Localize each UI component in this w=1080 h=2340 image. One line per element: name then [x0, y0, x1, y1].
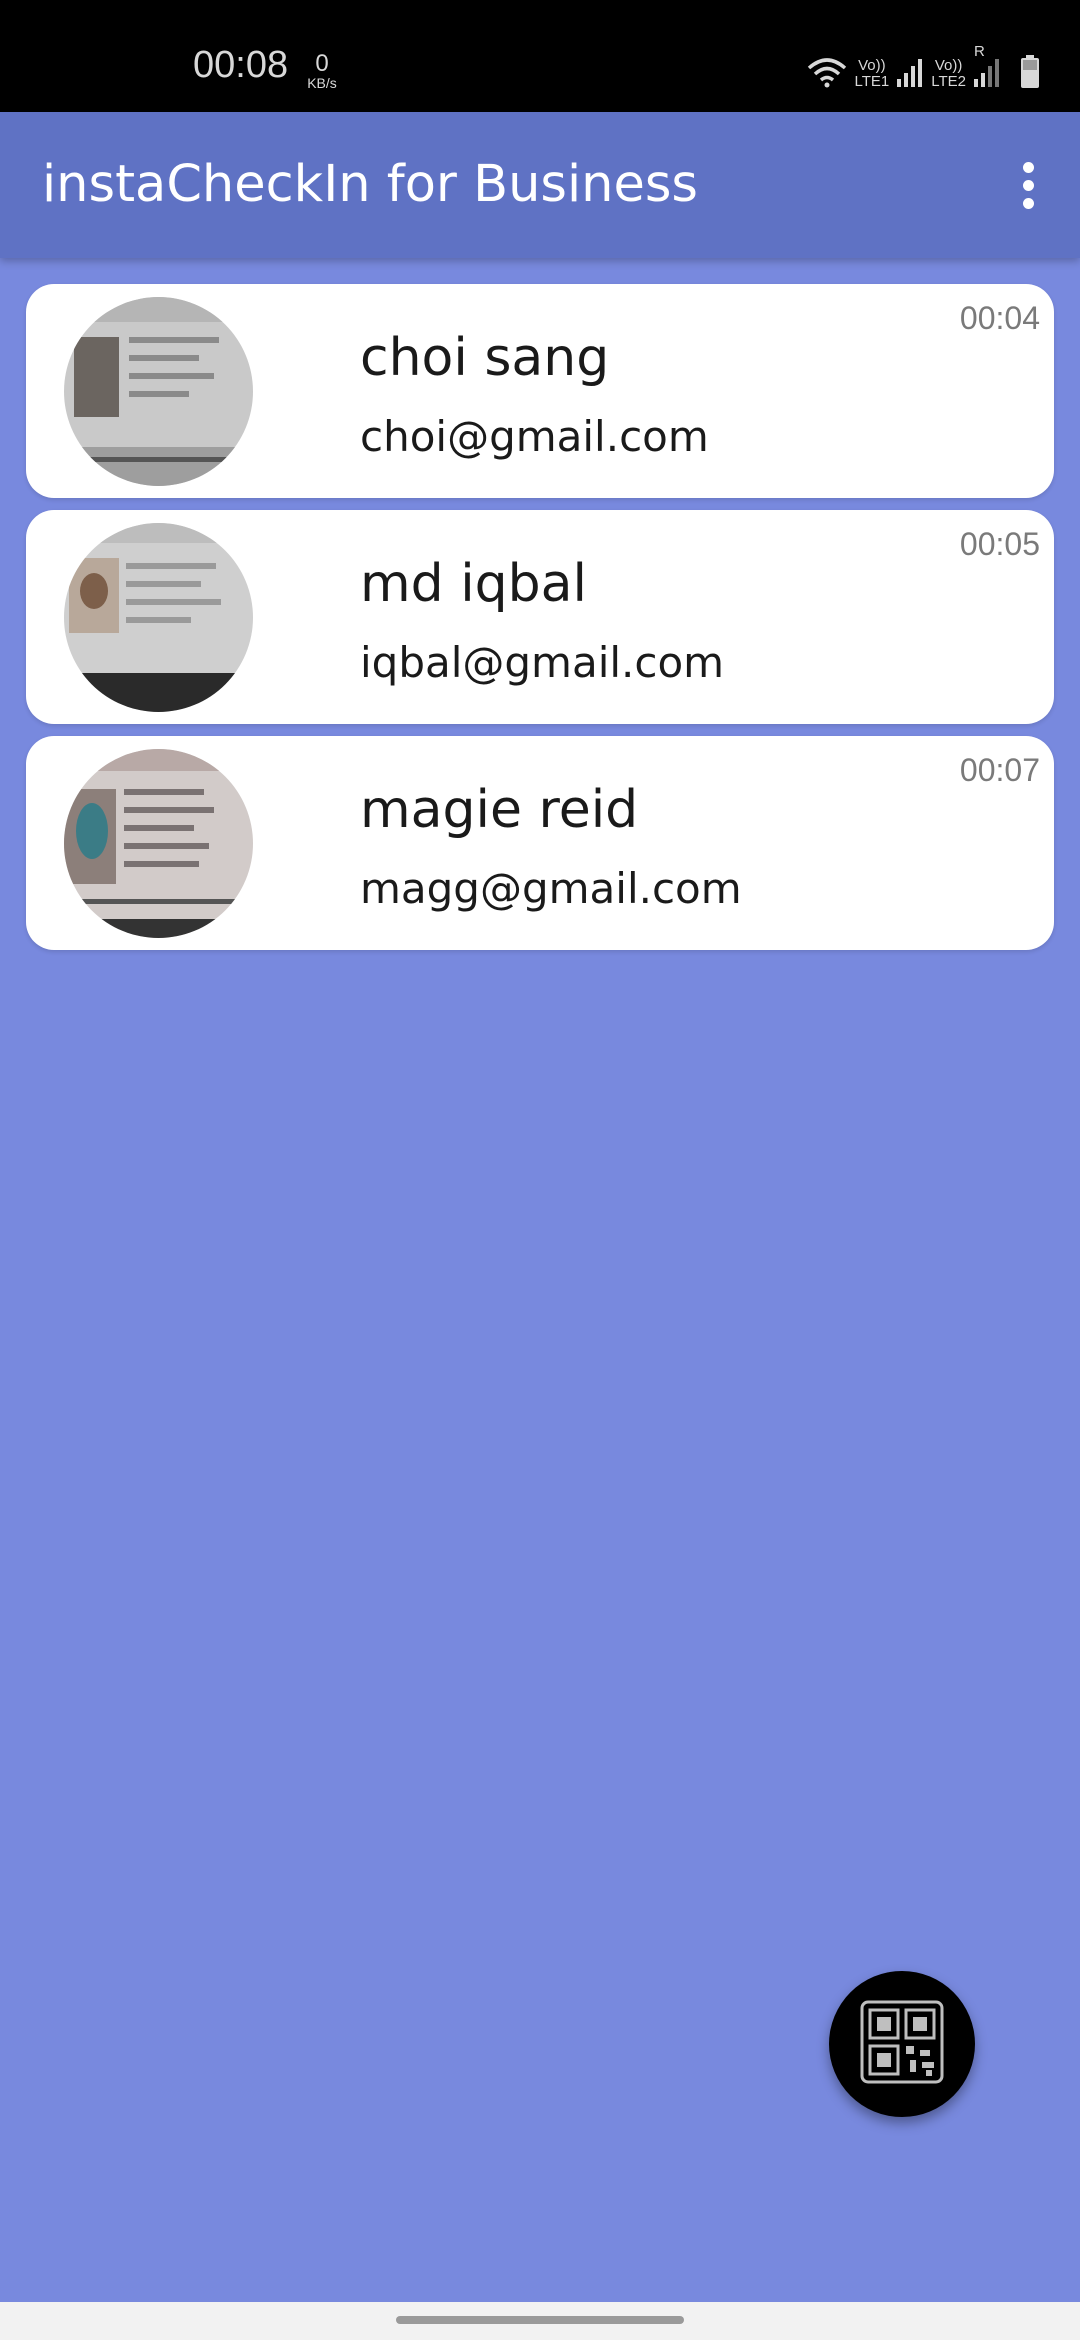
- checkin-card[interactable]: choi sang choi@gmail.com 00:04: [26, 284, 1054, 498]
- signal-icon: R: [974, 43, 1000, 91]
- status-time: 00:08: [193, 44, 289, 86]
- signal-icon: [897, 57, 923, 91]
- sim2-lte: LTE2: [931, 73, 966, 90]
- network-speed-unit: KB/s: [307, 75, 337, 91]
- scan-qr-button[interactable]: [829, 1971, 975, 2117]
- roaming-indicator: R: [974, 43, 985, 60]
- checkin-time: 00:05: [959, 526, 1040, 562]
- status-bar: 00:08 0 KB/s Vo)) LTE1 Vo)) LTE2 R: [0, 0, 1080, 112]
- avatar: [64, 523, 253, 712]
- checkin-time: 00:04: [959, 300, 1040, 336]
- sim2-label: Vo)) LTE2: [931, 58, 966, 90]
- network-speed: 0 KB/s: [302, 50, 342, 91]
- sim2-volte: Vo)): [934, 57, 963, 74]
- sim1-volte: Vo)): [858, 57, 886, 74]
- guest-email: choi@gmail.com: [360, 412, 709, 461]
- guest-name: magie reid: [360, 780, 639, 840]
- avatar: [64, 749, 253, 938]
- checkin-card[interactable]: md iqbal iqbal@gmail.com 00:05: [26, 510, 1054, 724]
- guest-email: iqbal@gmail.com: [360, 638, 725, 687]
- qr-code-icon: [860, 2000, 944, 2088]
- app-bar: instaCheckIn for Business: [0, 112, 1080, 258]
- guest-name: md iqbal: [360, 554, 587, 614]
- sim1-label: Vo)) LTE1: [855, 58, 890, 90]
- battery-icon: [1020, 55, 1040, 93]
- checkin-card[interactable]: magie reid magg@gmail.com 00:07: [26, 736, 1054, 950]
- app-title: instaCheckIn for Business: [42, 155, 699, 214]
- guest-email: magg@gmail.com: [360, 864, 742, 913]
- sim1-lte: LTE1: [854, 73, 890, 90]
- more-vert-icon[interactable]: [998, 152, 1058, 218]
- home-gesture-handle[interactable]: [396, 2316, 684, 2324]
- wifi-icon: [807, 56, 847, 92]
- network-speed-value: 0: [315, 50, 329, 77]
- checkin-time: 00:07: [959, 752, 1040, 788]
- avatar: [64, 297, 253, 486]
- status-icons: Vo)) LTE1 Vo)) LTE2 R: [807, 43, 1041, 96]
- guest-name: choi sang: [360, 328, 610, 388]
- system-nav-bar: [0, 2302, 1080, 2340]
